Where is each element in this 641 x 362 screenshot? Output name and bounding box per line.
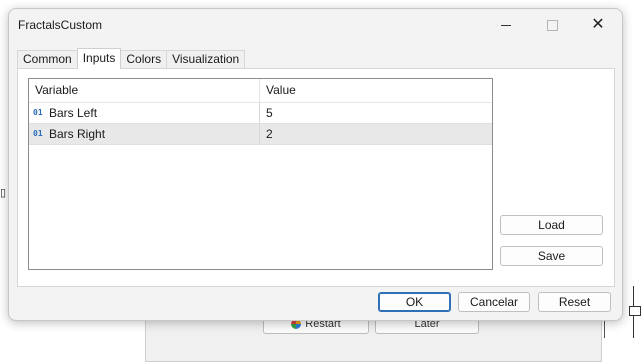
tab-colors[interactable]: Colors — [120, 50, 168, 68]
tab-inputs[interactable]: Inputs — [76, 48, 122, 69]
save-button[interactable]: Save — [500, 246, 603, 266]
dialog-title: FractalsCustom — [18, 18, 103, 32]
table-row[interactable]: 01 Bars Left 5 — [29, 103, 492, 124]
close-button[interactable]: ✕ — [575, 9, 621, 41]
load-button[interactable]: Load — [500, 215, 603, 235]
variable-name: Bars Right — [49, 127, 106, 141]
table-header: Variable Value — [29, 79, 492, 103]
title-bar[interactable]: FractalsCustom ✕ — [9, 9, 622, 41]
value-cell[interactable]: 5 — [260, 103, 492, 123]
reset-button[interactable]: Reset — [538, 292, 611, 312]
column-header-value[interactable]: Value — [260, 79, 492, 102]
integer-type-icon: 01 — [33, 129, 43, 138]
variable-name: Bars Left — [49, 106, 98, 120]
table-row[interactable]: 01 Bars Right 2 — [29, 124, 492, 145]
inputs-table: Variable Value 01 Bars Left 5 01 Bars Ri… — [28, 78, 493, 270]
variable-cell: 01 Bars Left — [29, 103, 260, 123]
fractals-custom-dialog: FractalsCustom ✕ Common Inputs Colors Vi… — [8, 8, 623, 321]
value-cell[interactable]: 2 — [260, 124, 492, 144]
ok-button[interactable]: OK — [378, 292, 451, 312]
minimize-icon — [501, 24, 511, 26]
edge-fragment-icon: ▯ — [0, 187, 7, 199]
minimize-button[interactable] — [483, 9, 529, 41]
tab-visualization[interactable]: Visualization — [166, 50, 246, 68]
close-icon: ✕ — [591, 16, 605, 33]
column-header-variable[interactable]: Variable — [29, 79, 260, 102]
cancel-button[interactable]: Cancelar — [458, 292, 530, 312]
variable-cell: 01 Bars Right — [29, 124, 260, 144]
maximize-icon — [546, 19, 558, 31]
maximize-button[interactable] — [529, 9, 575, 41]
tab-common[interactable]: Common — [17, 50, 78, 68]
tab-strip: Common Inputs Colors Visualization — [17, 48, 246, 69]
integer-type-icon: 01 — [33, 108, 43, 117]
